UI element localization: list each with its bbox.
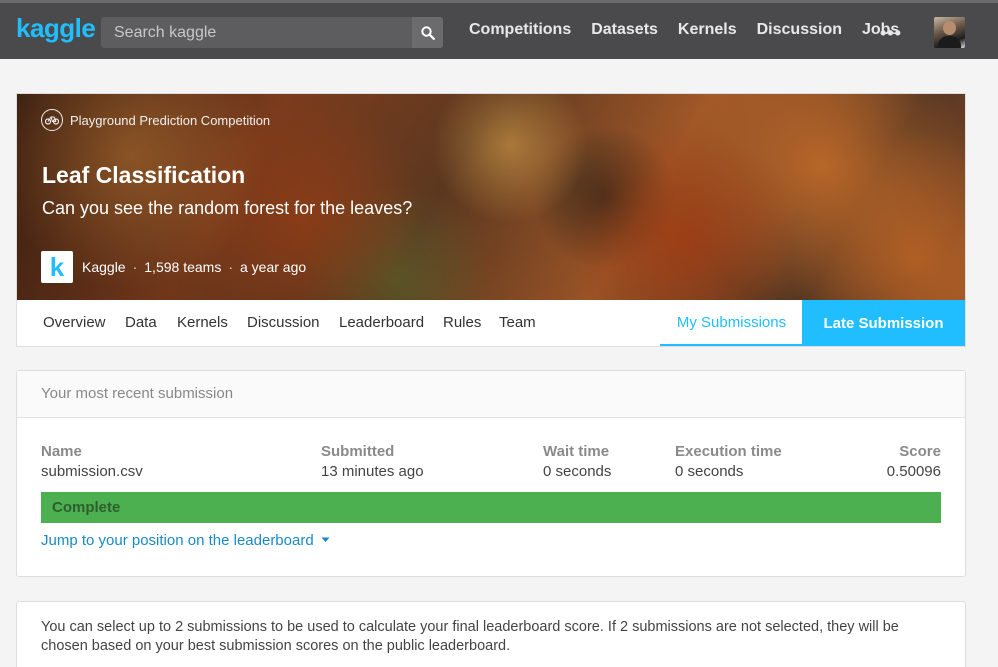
- card-title: Your most recent submission: [41, 385, 234, 402]
- nav-discussion[interactable]: Discussion: [757, 21, 842, 39]
- jump-to-leaderboard-link[interactable]: Jump to your position on the leaderboard: [41, 532, 330, 549]
- more-icon[interactable]: •••: [880, 23, 902, 44]
- nav-competitions[interactable]: Competitions: [469, 21, 571, 39]
- tab-leaderboard[interactable]: Leaderboard: [339, 314, 424, 331]
- nav-datasets[interactable]: Datasets: [591, 21, 658, 39]
- competition-title: Leaf Classification: [42, 162, 246, 188]
- host-logo[interactable]: k: [41, 251, 73, 283]
- submission-time: Submitted 13 minutes ago: [321, 443, 424, 480]
- late-submission-button[interactable]: Late Submission: [802, 300, 965, 346]
- submission-filename: submission.csv: [41, 463, 143, 480]
- competition-type-label: Playground Prediction Competition: [70, 112, 271, 128]
- submission-name: Name submission.csv: [41, 443, 143, 480]
- recent-submission-card: Your most recent submission Name submiss…: [16, 370, 966, 577]
- team-count: 1,598 teams: [144, 259, 222, 275]
- bicycle-icon: [41, 109, 63, 131]
- kaggle-logo[interactable]: kaggle: [16, 13, 96, 44]
- nav-kernels[interactable]: Kernels: [678, 21, 737, 39]
- info-text: You can select up to 2 submissions to be…: [41, 619, 899, 654]
- competition-subtitle: Can you see the random forest for the le…: [42, 198, 413, 218]
- card-header: Your most recent submission: [17, 371, 965, 418]
- tab-kernels[interactable]: Kernels: [177, 314, 228, 331]
- host-name[interactable]: Kaggle: [82, 259, 126, 275]
- submission-selection-info: You can select up to 2 submissions to be…: [16, 601, 966, 667]
- tab-discussion[interactable]: Discussion: [247, 314, 320, 331]
- execution-time: Execution time 0 seconds: [675, 443, 782, 480]
- status-badge: Complete: [41, 492, 941, 523]
- status-label: Complete: [52, 499, 121, 516]
- search-box: [101, 17, 443, 48]
- competition-type: Playground Prediction Competition: [41, 109, 270, 131]
- competition-age: a year ago: [240, 259, 307, 275]
- tab-team[interactable]: Team: [499, 314, 536, 331]
- search-icon: [420, 25, 435, 40]
- tab-overview[interactable]: Overview: [43, 314, 106, 331]
- competition-header: Playground Prediction Competition Leaf C…: [16, 93, 966, 347]
- competition-tabs: Overview Data Kernels Discussion Leaderb…: [17, 300, 965, 346]
- submission-score: Score 0.50096: [886, 443, 941, 480]
- tab-data[interactable]: Data: [125, 314, 157, 331]
- caret-down-icon: [321, 537, 330, 542]
- wait-time: Wait time 0 seconds: [543, 443, 612, 480]
- search-button[interactable]: [412, 17, 443, 48]
- avatar[interactable]: [934, 17, 965, 48]
- tab-my-submissions[interactable]: My Submissions: [660, 300, 803, 346]
- top-navbar: kaggle Competitions Datasets Kernels Dis…: [0, 0, 998, 59]
- tab-rules[interactable]: Rules: [443, 314, 481, 331]
- competition-meta: k Kaggle · 1,598 teams · a year ago: [41, 251, 306, 283]
- search-input[interactable]: [101, 17, 412, 48]
- main-nav: Competitions Datasets Kernels Discussion…: [469, 21, 899, 39]
